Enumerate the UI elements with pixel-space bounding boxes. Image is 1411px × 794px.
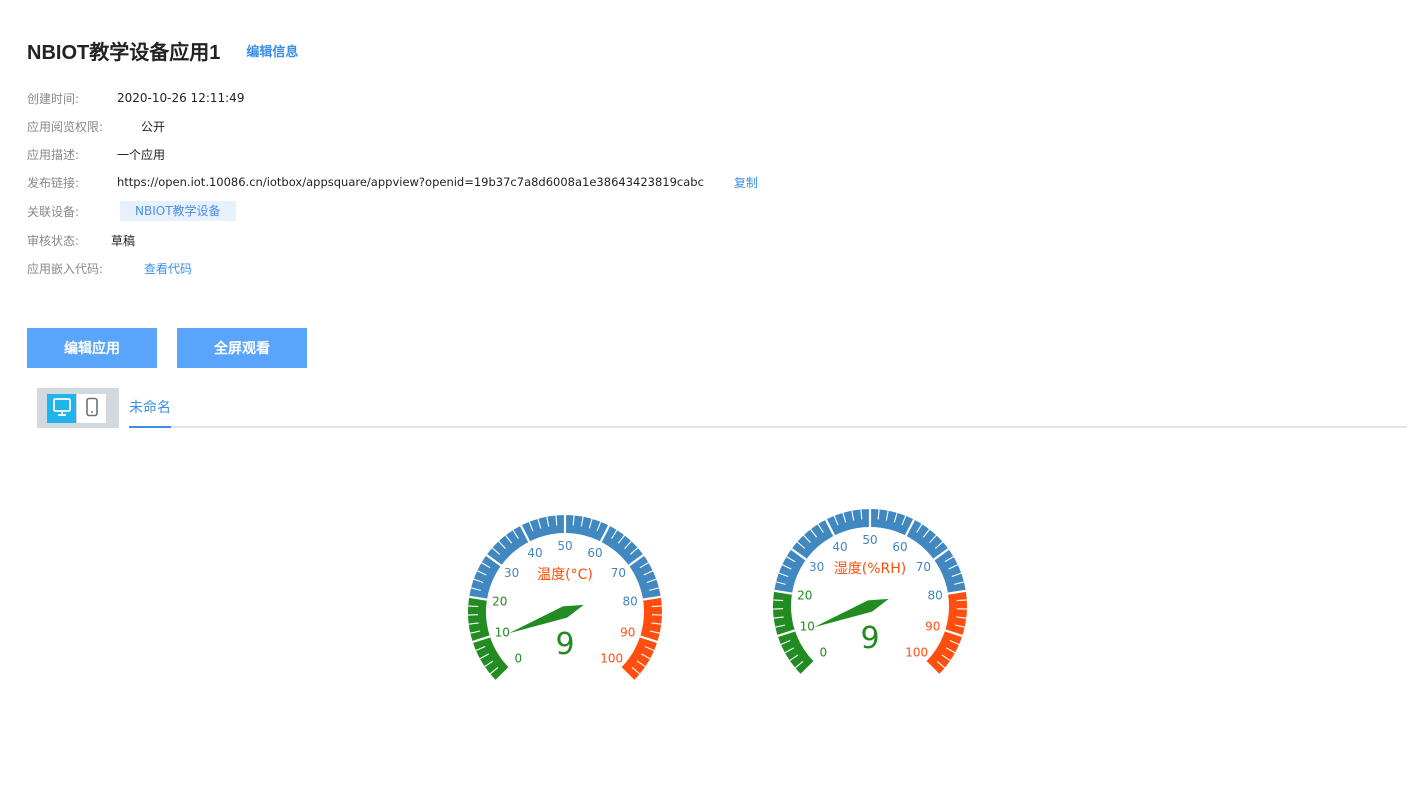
device-label: 关联设备: [27, 204, 80, 219]
info-permission: 应用阅览权限: 公开 [27, 116, 165, 136]
gauge-tick-label: 40 [832, 540, 847, 554]
view-code-link[interactable]: 查看代码 [144, 260, 192, 277]
gauge-tick-label: 100 [600, 652, 623, 666]
gauge-title: 湿度(%RH) [834, 561, 906, 577]
gauge-tick-label: 0 [820, 646, 828, 660]
temperature-gauge: 0 10 20 30 40 50 60 70 80 90 100 温度(°C) 9 [455, 502, 675, 722]
mobile-phone-icon [82, 397, 102, 421]
gauge-tick-label: 20 [492, 595, 507, 609]
publish-label: 发布链接: [27, 175, 80, 190]
gauge-band-1 [469, 515, 661, 600]
humidity-gauge: 0 10 20 30 40 50 60 70 80 90 100 湿度(%RH) 9 [760, 496, 980, 716]
title-row: NBIOT教学设备应用1 编辑信息 [27, 36, 298, 64]
gauge-tick-label: 60 [587, 546, 602, 560]
gauge-tick [956, 599, 967, 602]
info-created: 创建时间: 2020-10-26 12:11:49 [27, 88, 244, 108]
gauge-tick-label: 80 [928, 589, 943, 603]
edit-info-link[interactable]: 编辑信息 [246, 41, 298, 60]
gauge-tick-label: 40 [527, 546, 542, 560]
temperature-gauge-svg: 0 10 20 30 40 50 60 70 80 90 100 温度(°C) 9 [468, 515, 662, 682]
edit-app-button[interactable]: 编辑应用 [27, 328, 157, 368]
description-value: 一个应用 [117, 147, 166, 162]
tab-unnamed[interactable]: 未命名 [129, 398, 171, 428]
info-publish: 发布链接: https://open.iot.10086.cn/iotbox/a… [27, 172, 758, 192]
gauge-tick-label: 90 [620, 625, 635, 639]
gauge-title: 温度(°C) [537, 567, 593, 583]
permission-value: 公开 [141, 119, 166, 134]
created-value: 2020-10-26 12:11:49 [117, 91, 245, 105]
info-description: 应用描述: 一个应用 [27, 144, 165, 164]
gauge-value: 9 [860, 621, 879, 656]
publish-url: https://open.iot.10086.cn/iotbox/appsqua… [117, 175, 704, 189]
gauge-tick-label: 10 [800, 619, 815, 633]
gauge-tick-label: 70 [611, 566, 626, 580]
gauge-tick [468, 605, 479, 608]
info-status: 审核状态: 草稿 [27, 230, 135, 250]
status-value: 草稿 [111, 233, 136, 248]
gauge-tick-label: 30 [809, 560, 824, 574]
created-label: 创建时间: [27, 91, 80, 106]
gauge-tick-label: 60 [892, 540, 907, 554]
device-switch [37, 388, 119, 428]
gauge-tick-label: 100 [905, 646, 928, 660]
gauge-band-1 [774, 509, 966, 594]
gauge-tick-label: 70 [916, 560, 931, 574]
gauge-tick-label: 50 [862, 533, 877, 547]
tabs-divider [129, 426, 1407, 428]
gauge-tick-label: 90 [925, 619, 940, 633]
gauge-value: 9 [555, 627, 574, 662]
gauge-tick [651, 605, 662, 608]
description-label: 应用描述: [27, 147, 80, 162]
app-title: NBIOT教学设备应用1 [27, 41, 221, 64]
gauge-tick-label: 10 [495, 625, 510, 639]
permission-label: 应用阅览权限: [27, 119, 104, 134]
info-device: 关联设备: NBIOT教学设备 [27, 201, 236, 221]
pc-view-toggle[interactable] [47, 394, 76, 423]
info-embed: 应用嵌入代码: 查看代码 [27, 258, 192, 278]
gauge-tick-label: 30 [504, 566, 519, 580]
gauge-tick-label: 80 [623, 595, 638, 609]
status-label: 审核状态: [27, 233, 80, 248]
gauge-tick [773, 599, 784, 602]
embed-label: 应用嵌入代码: [27, 261, 104, 276]
humidity-gauge-svg: 0 10 20 30 40 50 60 70 80 90 100 湿度(%RH) 9 [773, 509, 967, 676]
gauge-tick-label: 0 [515, 652, 523, 666]
device-tag[interactable]: NBIOT教学设备 [120, 201, 236, 221]
copy-link-button[interactable]: 复制 [734, 174, 758, 191]
fullscreen-button[interactable]: 全屏观看 [177, 328, 307, 368]
gauge-tick-label: 50 [557, 539, 572, 553]
mobile-view-toggle[interactable] [77, 394, 106, 423]
monitor-icon [52, 397, 72, 421]
gauge-tick-label: 20 [797, 589, 812, 603]
